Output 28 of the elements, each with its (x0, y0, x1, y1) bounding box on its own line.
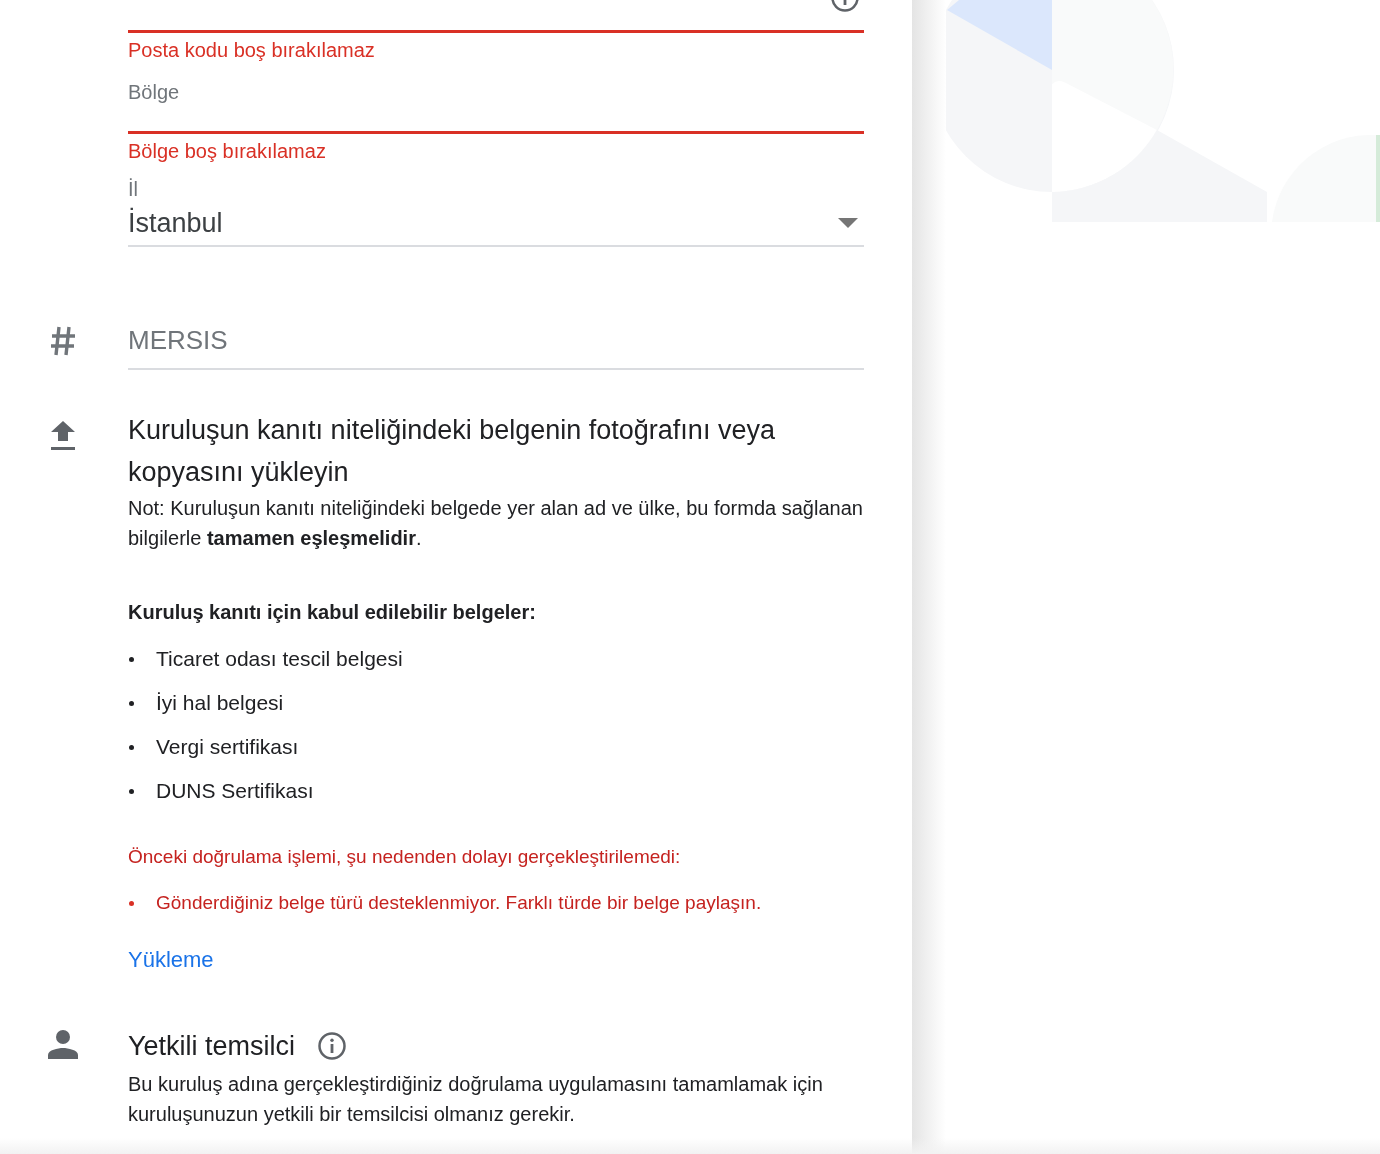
bullet-icon (129, 656, 134, 662)
list-heading: Kuruluş kanıtı için kabul edilebilir belgeler: (128, 600, 537, 625)
bullet-icon (129, 788, 134, 794)
error-heading: Önceki doğrulama işlemi, şu nedenden dolayı gerçekleştirilemedi: (128, 845, 682, 869)
note-text: Not: Kuruluşun kanıtı niteliğindeki belgede yer alan ad ve ülke, bu formda sağlanan bilgilerle tamamen eşleşmelidir. (128, 496, 864, 551)
person-icon (48, 1029, 78, 1059)
document-item: İyi hal belgesi (156, 691, 284, 715)
error-item: Gönderdiğiniz belge türü desteklenmiyor. Farklı türde bir belge paylaşın. (156, 892, 762, 914)
dropdown-caret-icon (838, 218, 858, 228)
upload-link[interactable]: Yükleme (128, 947, 214, 973)
upload-icon (50, 421, 76, 451)
field-label: Bölge (128, 81, 181, 105)
bullet-icon (129, 744, 134, 750)
section-heading: Kuruluşun kanıtı niteliğindeki belgenin fotoğrafını veya kopyasını yükleyin (128, 414, 776, 489)
hash-icon (50, 325, 76, 357)
document-item: DUNS Sertifikası (156, 779, 314, 803)
description-text: Bu kuruluş adına gerçekleştirdiğiniz doğrulama uygulamasını tamamlamak için kuruluşunuzun yetkili bir temsilcisi olmanız gerekir. (128, 1072, 824, 1127)
error-message: Posta kodu boş bırakılamaz (128, 39, 376, 63)
field-label: İl (128, 178, 139, 201)
error-message: Bölge boş bırakılamaz (128, 140, 327, 164)
document-item: Vergi sertifikası (156, 735, 299, 759)
province-dropdown[interactable]: İstanbul (128, 201, 864, 247)
bullet-icon (129, 700, 134, 706)
mersis-field[interactable]: MERSIS (128, 325, 864, 370)
bullet-icon (129, 900, 134, 906)
info-icon[interactable] (317, 1031, 348, 1061)
section-heading: Yetkili temsilci (128, 1030, 296, 1063)
document-item: Ticaret odası tescil belgesi (156, 647, 403, 671)
